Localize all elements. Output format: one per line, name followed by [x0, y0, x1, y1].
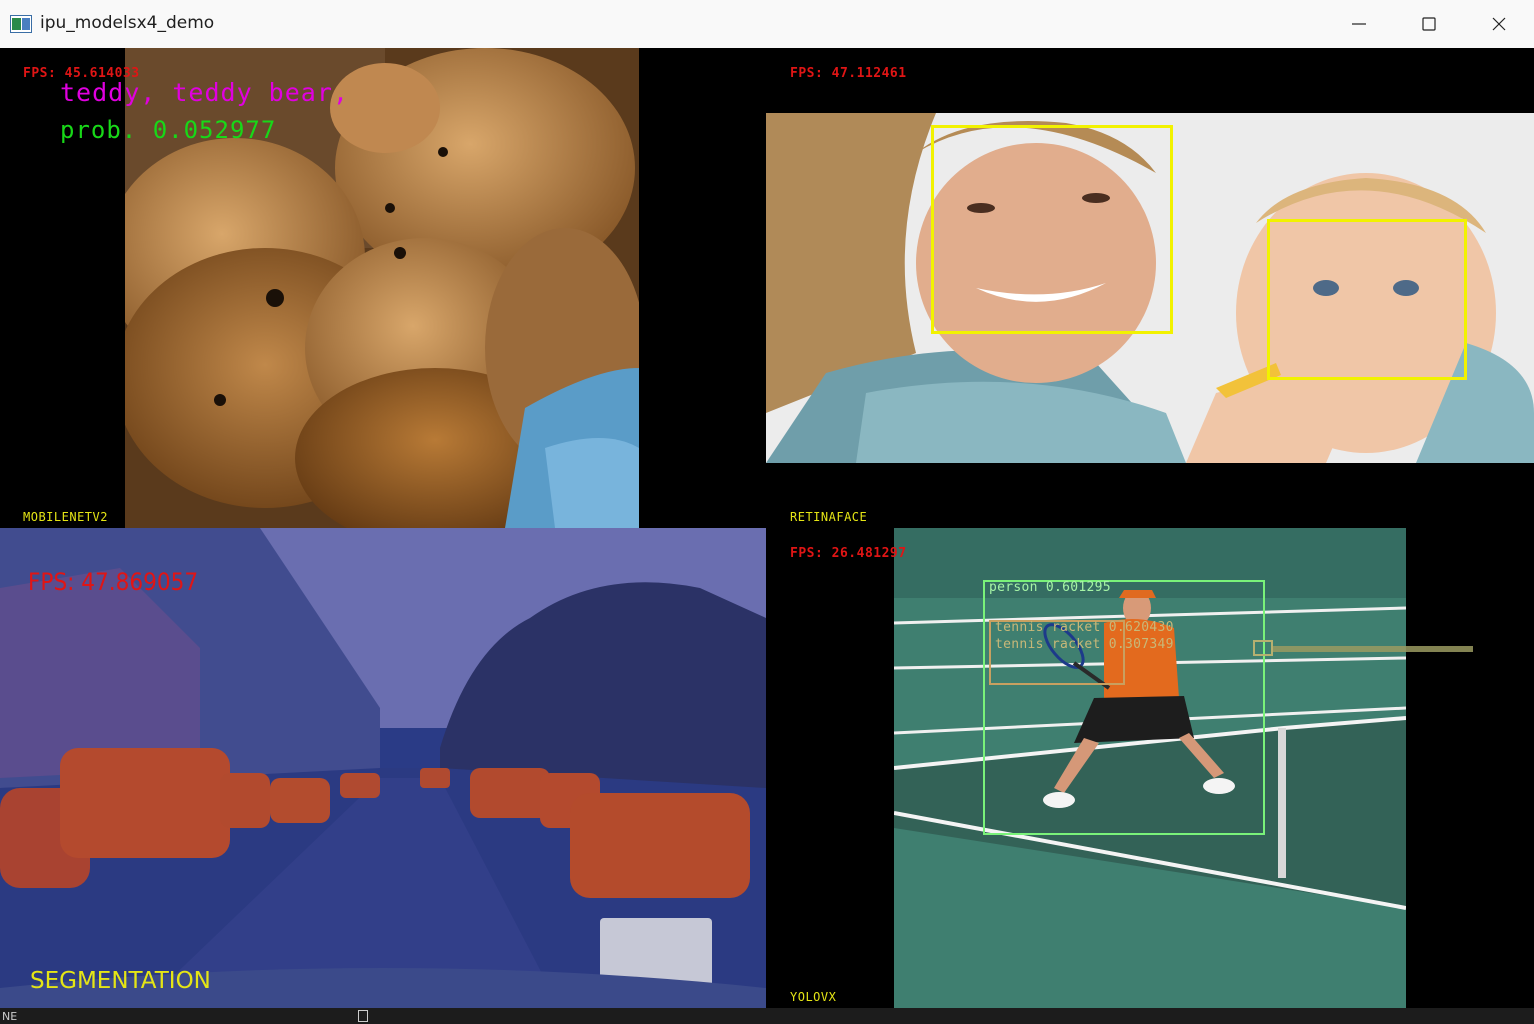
classification-class-label: teddy, teddy bear,	[60, 78, 349, 107]
close-icon	[1492, 17, 1506, 31]
face-detection-pane: FPS: 47.112461 RETINAFACE	[766, 48, 1534, 528]
classification-pane: FPS: 45.614033 teddy, teddy bear, prob. …	[0, 48, 766, 528]
object-detection-pane: person 0.601295 tennis racket 0.620430 t…	[766, 528, 1534, 1008]
detection-fps: FPS: 26.481297	[790, 546, 907, 561]
face-fps: FPS: 47.112461	[790, 66, 907, 81]
classification-model-name: MOBILENETV2	[23, 510, 108, 524]
segmentation-fps: FPS: 47.869057	[28, 568, 199, 596]
video-grid: FPS: 45.614033 teddy, teddy bear, prob. …	[0, 48, 1534, 1008]
racket-detection-label-2: tennis racket 0.307349	[995, 637, 1174, 652]
window-title: ipu_modelsx4_demo	[40, 13, 215, 33]
face-bbox-mother	[931, 125, 1173, 334]
person-bbox	[983, 580, 1265, 835]
face-bbox-baby	[1267, 219, 1467, 380]
overlapping-detection-label	[1273, 646, 1473, 652]
racket-detection-label-1: tennis racket 0.620430	[995, 620, 1174, 635]
minimize-icon	[1352, 23, 1366, 25]
minimize-button[interactable]	[1324, 0, 1394, 48]
sports-ball-bbox	[1253, 640, 1273, 656]
face-model-name: RETINAFACE	[790, 510, 868, 524]
detection-model-name: YOLOVX	[790, 990, 837, 1004]
background-console-strip: NE	[0, 1008, 1534, 1024]
segmentation-model-name: SEGMENTATION	[30, 968, 211, 994]
app-window: ipu_modelsx4_demo FPS: 45.614033 teddy, …	[0, 0, 1534, 1008]
classification-prob-label: prob. 0.052977	[60, 116, 277, 144]
maximize-button[interactable]	[1394, 0, 1464, 48]
segmentation-pane: FPS: 47.869057 SEGMENTATION	[0, 528, 766, 1008]
close-button[interactable]	[1464, 0, 1534, 48]
title-bar[interactable]: ipu_modelsx4_demo	[0, 0, 1534, 49]
street-segmentation-image	[0, 528, 766, 1008]
maximize-icon	[1422, 17, 1436, 31]
app-icon	[10, 15, 32, 33]
console-text: NE	[2, 1010, 18, 1023]
person-detection-label: person 0.601295	[989, 580, 1111, 595]
cursor-block	[358, 1010, 368, 1022]
